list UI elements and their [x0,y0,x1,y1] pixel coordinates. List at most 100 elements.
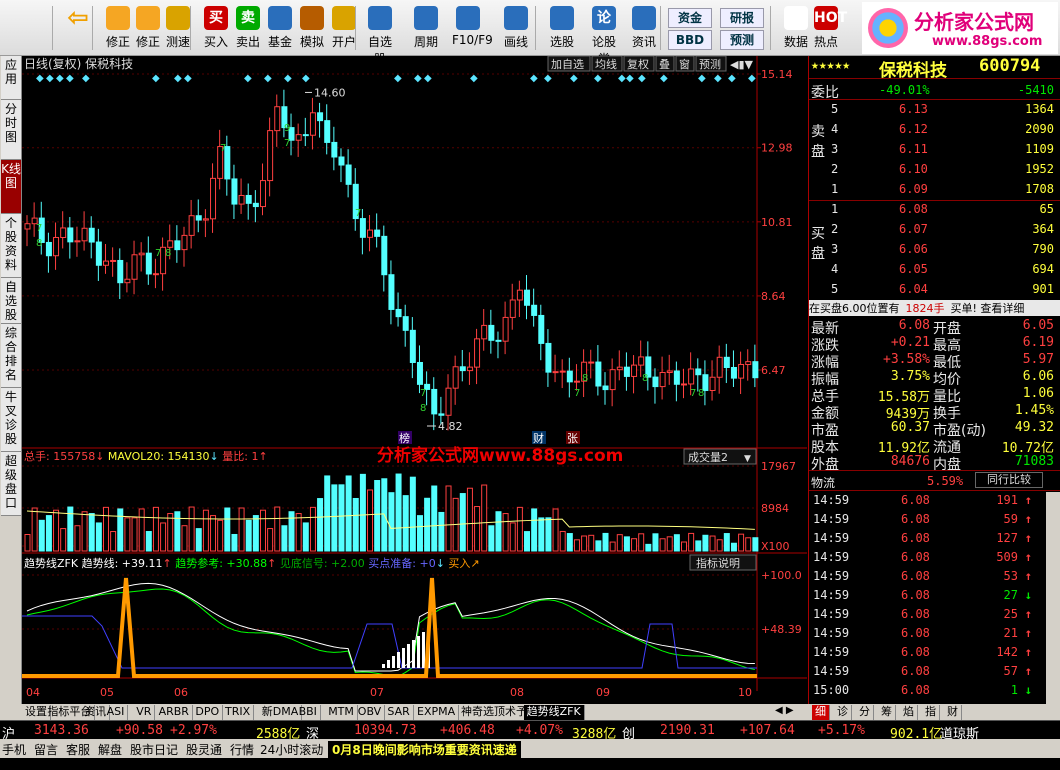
data-button[interactable]: PE 数据 [780,4,812,52]
compare-button[interactable]: 同行比较 [975,472,1043,488]
indicator-tab[interactable]: TRIX [222,705,255,720]
volume-bar [60,528,67,552]
side-tab-7[interactable]: 超级盘口 [1,452,21,516]
volume-bar [38,519,45,552]
ind-tick: +48.39 [761,623,802,636]
indicator-tab[interactable]: OBV [355,705,386,720]
volume-bar [502,513,509,552]
side-tab-6[interactable]: 牛叉诊股 [1,388,21,452]
indicator-tab[interactable]: SAR [384,705,414,720]
index-field: 3143.36 [34,723,89,738]
bottom-bar [412,640,415,668]
tick-price: 6.08 [901,607,930,621]
tick-time: 14:59 [813,607,850,621]
button-label: 画线 [503,35,528,49]
kline-chart[interactable]: 日线(复权) 保税科技 加自选 均线 复权叠窗预测 ◀▮▼ 15.14 12.98 10.81… [22,55,807,704]
stat-value: 71083 [1014,454,1054,469]
quote-tab[interactable]: 指 [922,705,940,720]
up-down-button[interactable]: 修正 [102,4,134,52]
position-action[interactable]: 买单! 查看详细 [951,302,1025,315]
chart-btn-2[interactable]: 复权 [623,55,655,72]
hammer-button[interactable]: 模拟 [296,4,328,52]
status-link[interactable]: 解盘 [98,741,122,758]
pen-button[interactable]: 画线 [500,4,532,52]
side-tab-5[interactable]: 综合排名 [1,324,21,388]
side-tab-1[interactable]: 分时图 [1,100,21,160]
status-link[interactable]: 0月8日晚间影响市场重要资讯速递 [328,741,521,758]
indicator-help-button[interactable]: 指标说明 [689,554,757,571]
sell-button[interactable]: 卖卖出 [232,4,264,52]
event-marker[interactable]: 榜 [398,431,412,445]
volume-bar [238,507,245,552]
status-link[interactable]: 24小时滚动 [260,741,323,758]
month-label: 06 [174,686,188,699]
star-button[interactable]: 自选股 [364,4,396,66]
indicator-tab[interactable]: ASI [104,705,129,720]
divider [809,78,1060,79]
bbd-button[interactable]: BBD [668,30,712,50]
hot-icon: HOT [814,6,847,30]
status-link[interactable]: 行情 [230,741,254,758]
refresh-button[interactable]: 修正 [132,4,164,52]
side-tab-0[interactable]: 应用 [1,56,21,100]
indicator-tab[interactable]: VR [133,705,156,720]
status-link[interactable]: 股灵通 [186,741,222,758]
indicator-tab[interactable]: EXPMA [414,705,460,720]
chart-btn-3[interactable]: 叠 [655,55,675,72]
position-notice[interactable]: 在买盘6.00位置有 1824手 买单! 查看详细 [809,300,1060,316]
arrow-down-icon: ↓ [1024,588,1032,602]
chart-btn-5[interactable]: 预测 [695,55,727,72]
forecast-button[interactable]: 预测 [720,30,764,50]
chart-btn-1[interactable]: 均线 [591,55,623,72]
chart-btn-0[interactable]: 加自选 [547,55,591,72]
quote-tab[interactable]: 细 [812,705,830,720]
quote-tab[interactable]: 焰 [900,705,918,720]
buy-button[interactable]: 买买入 [200,4,232,52]
pick-button[interactable]: 选股 [546,4,578,52]
indicator-tab[interactable]: ARBR [156,705,193,720]
quote-tab[interactable]: 财 [944,705,962,720]
event-marker[interactable]: 财 [532,431,546,445]
status-link[interactable]: 股市日记 [130,741,178,758]
tick-price: 6.08 [901,664,930,678]
tab-scroll-icon[interactable]: ◀ ▶ [775,705,794,716]
chart-menu-icon[interactable]: ◀▮▼ [730,58,754,71]
event-marker[interactable]: 张 [566,431,580,445]
tick-scrollbar[interactable] [1046,492,1060,704]
indicator-tab[interactable]: BBI [296,705,321,720]
divider [809,200,1060,201]
fund-button[interactable]: 基金 [264,4,296,52]
volume-bar [516,506,523,552]
hot-button[interactable]: HOT 热点 [810,4,847,52]
status-link[interactable]: 留言 [34,741,58,758]
arrow-left-button[interactable]: ⇦ [60,4,96,52]
forum-button[interactable]: 论论股堂 [588,4,620,66]
period-button[interactable]: 周期 [410,4,442,52]
stat-label: 内盘 [933,457,961,473]
chart-btn-4[interactable]: 窗 [675,55,695,72]
indicator-tab[interactable]: 趋势线ZFK [523,705,585,720]
side-tab-3[interactable]: 个股资料 [1,214,21,278]
quote-tab[interactable]: 筹 [878,705,896,720]
side-tab-4[interactable]: 自选股 [1,278,21,324]
status-link[interactable]: 客服 [66,741,90,758]
research-button[interactable]: 研报 [720,8,764,28]
signal-diamond-icon: ◆ [424,73,432,84]
quote-tab[interactable]: 诊 [834,705,852,720]
quote-tab[interactable]: 分 [856,705,874,720]
indicator-tab[interactable]: MTM [325,705,358,720]
tick-vol: 509 [996,550,1018,564]
volume-dropdown[interactable]: 成交量2 ▼ [683,448,757,465]
volume-bar [174,511,181,552]
chart-area[interactable]: 日线(复权) 保税科技 加自选 均线 复权叠窗预测 ◀▮▼ 15.14 12.98 10.81… [22,55,807,704]
side-tab-2[interactable]: K线图 [1,160,21,214]
volume-bar [409,476,416,552]
td-count: 7 [420,388,426,399]
info-button[interactable]: 资讯 [628,4,660,52]
ask-vol: 1109 [1025,142,1054,156]
funds-button[interactable]: 资金 [668,8,712,28]
volume-bar [302,522,309,552]
indicator-tab[interactable]: DPO [192,705,224,720]
f10-button[interactable]: F10/F9 [452,4,493,52]
status-link[interactable]: 手机 [2,741,26,758]
